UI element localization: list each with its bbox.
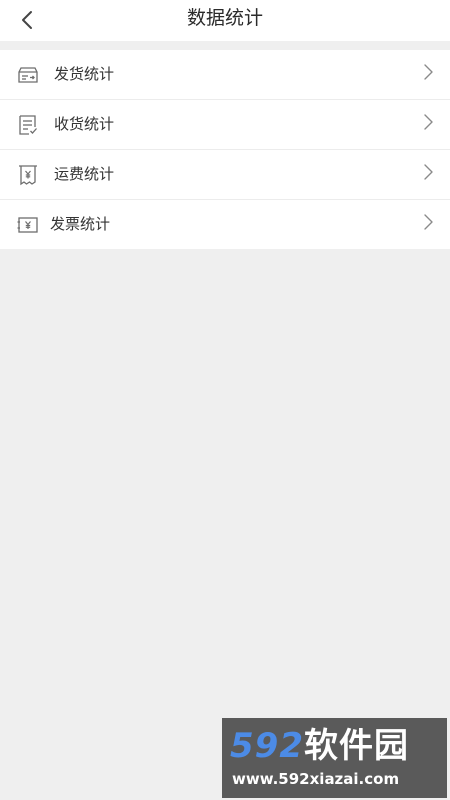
stats-menu: 发货统计 收货统计 运费统计 发票统计	[0, 50, 450, 249]
menu-item-label: 收货统计	[54, 115, 115, 133]
menu-item-receiving-stats[interactable]: 收货统计	[0, 100, 450, 150]
menu-item-label: 运费统计	[54, 165, 115, 183]
menu-item-label: 发票统计	[50, 215, 111, 233]
chevron-right-icon	[424, 164, 433, 180]
watermark-banner: 592软件园 www.592xiazai.com	[222, 718, 447, 798]
document-check-icon	[19, 115, 37, 135]
top-bar: 数据统计	[0, 0, 450, 41]
menu-item-invoice-stats[interactable]: 发票统计	[0, 200, 450, 249]
page-title: 数据统计	[186, 7, 263, 29]
chevron-right-icon	[424, 64, 433, 80]
chevron-right-icon	[424, 114, 433, 130]
watermark-brand-name: 软件园	[303, 726, 409, 766]
watermark-url: www.592xiazai.com	[232, 770, 400, 788]
invoice-yen-icon	[17, 217, 38, 233]
truck-box-icon	[18, 67, 38, 83]
menu-item-shipping-stats[interactable]: 发货统计	[0, 50, 450, 100]
menu-item-freight-stats[interactable]: 运费统计	[0, 150, 450, 200]
watermark-brand: 592软件园	[230, 726, 409, 766]
watermark-brand-number: 592	[230, 726, 304, 766]
menu-item-label: 发货统计	[54, 65, 115, 83]
chevron-right-icon	[424, 214, 433, 230]
receipt-yen-icon	[19, 165, 37, 186]
